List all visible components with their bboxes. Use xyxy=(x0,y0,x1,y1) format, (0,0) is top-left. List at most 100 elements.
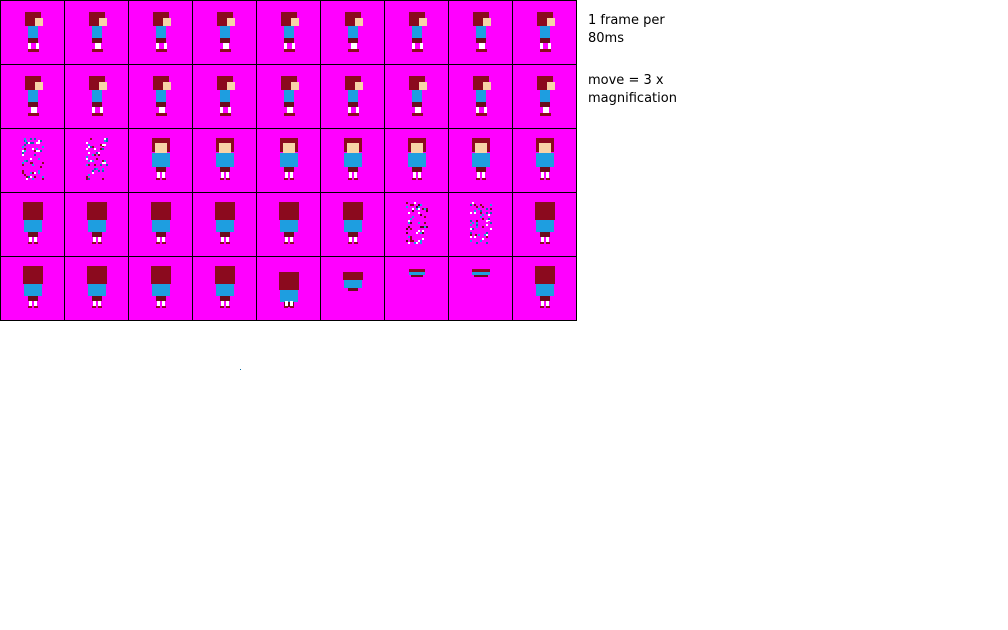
sprite-shorts xyxy=(411,275,423,277)
grid-line-vertical xyxy=(128,0,129,321)
sprite-particle xyxy=(98,154,100,156)
sprite-particle xyxy=(86,176,88,178)
sprite-particle xyxy=(22,170,24,172)
sprite-shoe xyxy=(34,306,38,308)
sprite-particle xyxy=(474,210,476,212)
sprite-leg xyxy=(164,43,167,49)
grid-line-horizontal xyxy=(0,192,577,193)
sprite-particle xyxy=(470,240,472,242)
sprite-particle xyxy=(422,238,424,240)
sprite-particle xyxy=(86,158,88,160)
sprite-shorts xyxy=(540,296,550,301)
sprite-particle xyxy=(86,164,88,166)
sprite-particle xyxy=(88,160,90,162)
sprite-particle xyxy=(486,234,488,236)
sprite-shoes xyxy=(540,113,551,116)
sprite-leg xyxy=(418,107,421,113)
sprite-particle xyxy=(406,228,408,230)
sprite-frame xyxy=(473,76,491,116)
sprite-frame xyxy=(22,138,44,180)
sprite-frame xyxy=(25,12,43,52)
sprite-frame xyxy=(215,202,235,244)
sprite-particle xyxy=(480,216,482,218)
sprite-shoe xyxy=(348,178,352,180)
sprite-particle xyxy=(474,236,476,238)
sprite-face xyxy=(219,143,231,153)
sprite-shorts xyxy=(156,232,166,237)
sprite-face xyxy=(227,82,235,90)
sprite-shirt xyxy=(28,26,38,40)
sprite-shoe xyxy=(476,178,480,180)
sprite-shorts xyxy=(92,102,102,107)
sprite-particle xyxy=(102,160,104,162)
sprite-leg xyxy=(412,43,415,49)
sprite-particle xyxy=(30,172,32,174)
sprite-leg xyxy=(541,301,544,306)
sprite-frame xyxy=(472,269,490,277)
sprite-particle xyxy=(94,148,96,150)
sprite-particle xyxy=(26,178,28,180)
sprite-particle xyxy=(26,160,28,162)
sprite-leg xyxy=(284,43,287,49)
sprite-particle xyxy=(40,166,42,168)
sprite-frame xyxy=(216,138,234,180)
sprite-particle xyxy=(104,160,106,162)
sprite-particle xyxy=(482,218,484,220)
sprite-particle xyxy=(90,138,92,140)
sprite-shoes xyxy=(412,49,423,52)
sprite-particle xyxy=(426,210,428,212)
sprite-frame xyxy=(217,76,235,116)
sprite-particle xyxy=(426,208,428,210)
sprite-particle xyxy=(482,214,484,216)
sprite-shoe xyxy=(162,306,166,308)
sprite-particle xyxy=(30,142,32,144)
sprite-frame xyxy=(281,76,299,116)
sprite-particle xyxy=(418,208,420,210)
sprite-particle xyxy=(478,234,480,236)
sprite-face xyxy=(291,18,299,26)
sprite-frame xyxy=(343,272,363,291)
sprite-frame xyxy=(537,76,555,116)
sprite-particle xyxy=(28,176,30,178)
sprite-shorts xyxy=(92,38,102,43)
sprite-particle xyxy=(24,144,26,146)
sprite-particle xyxy=(86,148,88,150)
sprite-frame xyxy=(535,202,555,244)
sprite-shoe xyxy=(220,306,224,308)
sprite-leg xyxy=(546,237,549,242)
sprite-leg xyxy=(156,43,159,49)
sprite-particle xyxy=(476,226,478,228)
sprite-particle xyxy=(26,142,28,144)
sprite-shorts xyxy=(156,38,166,43)
sprite-face xyxy=(539,143,551,153)
sprite-leg xyxy=(415,107,418,113)
sprite-particle xyxy=(25,140,27,142)
sprite-face xyxy=(411,143,423,153)
sprite-particle xyxy=(96,168,98,170)
sprite-shoes xyxy=(92,49,103,52)
grid-line-horizontal xyxy=(0,128,577,129)
sprite-particle xyxy=(102,170,104,172)
sprite-frame xyxy=(151,266,171,308)
sprite-particle xyxy=(486,220,488,222)
sprite-shorts xyxy=(220,232,230,237)
sprite-particle xyxy=(86,178,88,180)
sprite-shoe xyxy=(226,178,230,180)
sprite-particle xyxy=(24,138,26,140)
sprite-frame xyxy=(153,12,171,52)
sprite-particle xyxy=(104,138,106,140)
sprite-particle xyxy=(406,206,408,208)
sprite-shoes xyxy=(412,113,423,116)
sprite-particle xyxy=(424,216,426,218)
grid-line-vertical xyxy=(192,0,193,321)
sprite-particle xyxy=(480,210,482,212)
sprite-shoes xyxy=(220,113,231,116)
sprite-particle xyxy=(22,154,24,156)
sprite-particle xyxy=(475,234,477,236)
sprite-leg xyxy=(285,237,288,242)
sprite-leg xyxy=(354,237,357,242)
sprite-particle xyxy=(102,144,104,146)
grid-line-horizontal xyxy=(0,320,577,321)
sprite-leg xyxy=(29,301,32,306)
sprite-shorts xyxy=(28,232,38,237)
